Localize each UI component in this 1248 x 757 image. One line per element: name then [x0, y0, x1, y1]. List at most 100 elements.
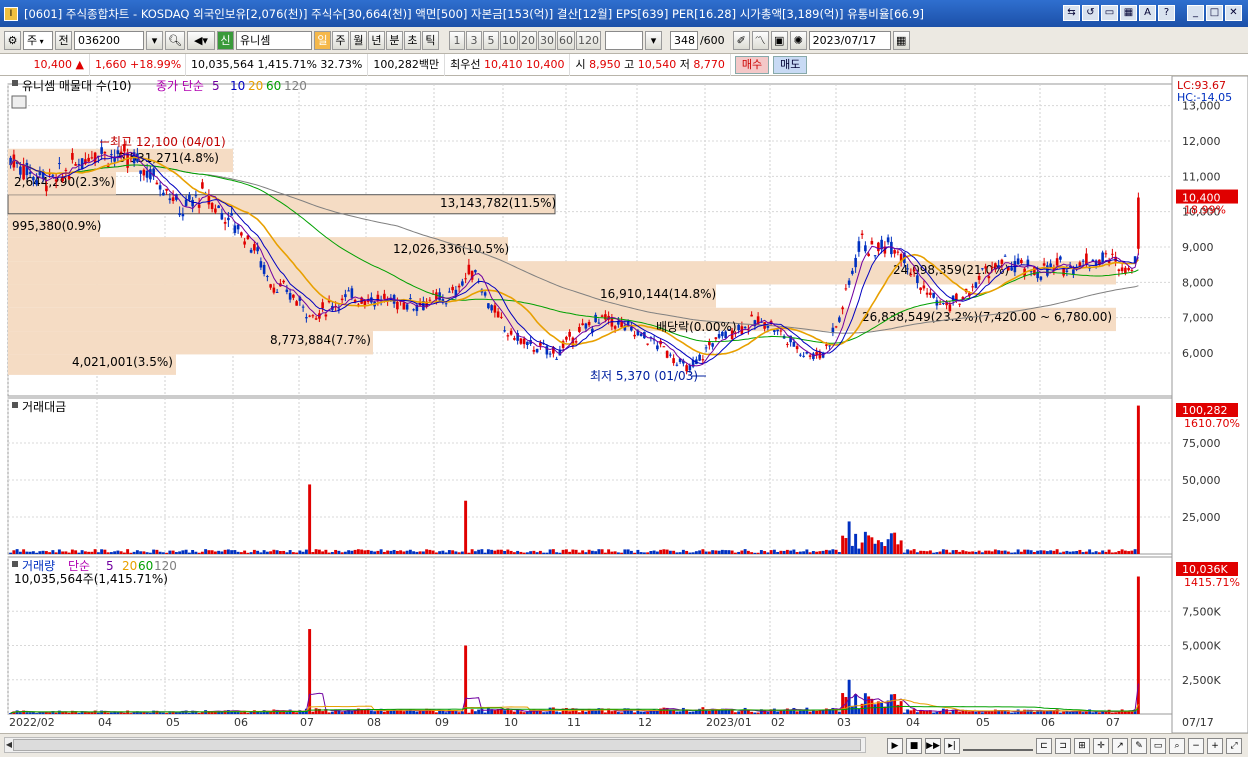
amount-bar: [168, 550, 172, 554]
interval-tab-1[interactable]: 1: [448, 30, 465, 50]
horizontal-scrollbar[interactable]: ◀: [4, 737, 866, 753]
high-note: 최고 12,100 (04/01): [110, 135, 226, 149]
search-icon[interactable]: 🔍︎: [165, 30, 185, 50]
amount-bar: [909, 550, 913, 554]
amount-bar: [96, 552, 100, 554]
x-axis-label: 10: [504, 716, 518, 729]
volume-bar: [340, 712, 344, 714]
fast-forward-icon[interactable]: ▶▶: [925, 737, 941, 754]
code-input[interactable]: 036200: [74, 30, 144, 50]
settings-icon[interactable]: ⚙: [4, 30, 21, 50]
mode-c-icon[interactable]: ⊞: [1074, 737, 1090, 754]
link-icon[interactable]: ⇆: [1063, 5, 1080, 21]
interval-tab-120[interactable]: 120: [575, 30, 601, 50]
close-button[interactable]: ✕: [1225, 5, 1242, 21]
date-input[interactable]: 2023/07/17: [808, 30, 891, 50]
interval-tab-30[interactable]: 30: [537, 30, 556, 50]
period-tab-1[interactable]: 주: [331, 30, 349, 50]
zoom-in-icon[interactable]: +: [1207, 737, 1223, 754]
volume-bar: [841, 693, 845, 714]
period-tab-0[interactable]: 일: [313, 30, 331, 50]
screenshot-icon[interactable]: ▦: [1120, 5, 1137, 21]
reset-icon[interactable]: ↺: [1082, 5, 1099, 21]
interval-tab-3[interactable]: 3: [465, 30, 482, 50]
chart-area[interactable]: 13,000 12,000 11,000 10,000 9,000 8,000 7,000 6…: [0, 76, 1248, 733]
sell-button[interactable]: 매도: [773, 55, 808, 74]
amount-bar: [789, 550, 793, 554]
volume-profile-label: 4,021,001(3.5%): [72, 355, 173, 369]
amount-bar: [919, 550, 923, 554]
chart-svg[interactable]: 13,00012,00011,00010,0009,0008,0007,0006…: [0, 76, 1248, 733]
period-tab-3[interactable]: 년: [367, 30, 385, 50]
amount-bar: [181, 550, 185, 554]
speaker-icon[interactable]: ◀▾: [186, 30, 215, 50]
amount-bar: [623, 549, 627, 554]
maximize-button[interactable]: □: [1206, 5, 1223, 21]
crosshair-icon[interactable]: ✛: [1093, 737, 1109, 754]
stock-name-field[interactable]: 유니셈: [235, 30, 312, 50]
draw-tool-icon[interactable]: 〽: [751, 30, 769, 50]
volume-bar: [555, 711, 559, 714]
minimize-button[interactable]: _: [1187, 5, 1204, 21]
stop-icon[interactable]: ■: [906, 737, 922, 754]
amount-bar: [1091, 552, 1095, 554]
amount-bar: [571, 549, 575, 554]
calendar-icon[interactable]: ▦: [892, 30, 910, 50]
pen-icon[interactable]: ✎: [1131, 737, 1147, 754]
code-dropdown-icon[interactable]: ▾: [146, 30, 163, 50]
volume-bar: [77, 713, 81, 714]
font-icon[interactable]: A: [1139, 5, 1156, 21]
candle-body: [1055, 258, 1059, 266]
help-icon[interactable]: ?: [1158, 5, 1175, 21]
mode-a-icon[interactable]: ⊏: [1036, 737, 1052, 754]
prev-button[interactable]: 전: [55, 30, 72, 50]
amount-bar: [1062, 551, 1066, 554]
interval-tab-60[interactable]: 60: [556, 30, 575, 50]
step-icon[interactable]: ▸|: [944, 737, 960, 754]
amount-bar: [880, 542, 884, 554]
count-input[interactable]: 348: [669, 30, 698, 50]
scroll-thumb[interactable]: [13, 739, 861, 751]
amount-bar: [1094, 551, 1098, 554]
volume-bar: [808, 711, 812, 714]
amount-bar: [298, 550, 302, 554]
volume-bar: [535, 711, 539, 714]
candle-body: [711, 343, 714, 347]
amount-bar: [1133, 549, 1137, 554]
save-icon[interactable]: ▣: [770, 30, 788, 50]
period-tab-6[interactable]: 틱: [421, 30, 439, 50]
config-icon[interactable]: ✺: [789, 30, 807, 50]
fit-icon[interactable]: ⤢: [1226, 737, 1242, 754]
zoom-icon[interactable]: ⌕: [1169, 737, 1185, 754]
candle-body: [906, 268, 909, 270]
window-icon[interactable]: ▭: [1101, 5, 1118, 21]
x-axis-label: 2023/01: [706, 716, 752, 729]
ruler-icon[interactable]: ▭: [1150, 737, 1166, 754]
amount-bar: [90, 551, 94, 554]
period-tab-5[interactable]: 초: [403, 30, 421, 50]
mode-b-icon[interactable]: ⊐: [1055, 737, 1071, 754]
play-icon[interactable]: ▶: [887, 737, 903, 754]
period-tab-4[interactable]: 분: [385, 30, 403, 50]
interval-tab-20[interactable]: 20: [518, 30, 537, 50]
speed-slider[interactable]: [963, 741, 1033, 751]
amount-bar: [626, 549, 630, 554]
period-tab-2[interactable]: 월: [349, 30, 367, 50]
zoom-out-icon[interactable]: −: [1188, 737, 1204, 754]
buy-button[interactable]: 매수: [734, 55, 770, 74]
interval-tab-10[interactable]: 10: [499, 30, 518, 50]
amount-bar: [1084, 551, 1088, 554]
candle-body: [929, 292, 932, 295]
candle-body: [578, 326, 581, 332]
interval-dropdown-icon[interactable]: ▾: [644, 30, 662, 50]
cursor-tool-icon[interactable]: ✐: [732, 30, 750, 50]
amount-bar: [366, 549, 370, 554]
interval-tab-5[interactable]: 5: [482, 30, 499, 50]
candle-body: [269, 284, 272, 288]
amount-tick: 25,000: [1182, 511, 1221, 524]
interval-custom-input[interactable]: [604, 30, 643, 50]
app-icon: I: [4, 6, 18, 21]
candle-body: [922, 285, 926, 289]
period-mode-select[interactable]: 주 ▾: [23, 30, 53, 50]
trend-icon[interactable]: ↗: [1112, 737, 1128, 754]
